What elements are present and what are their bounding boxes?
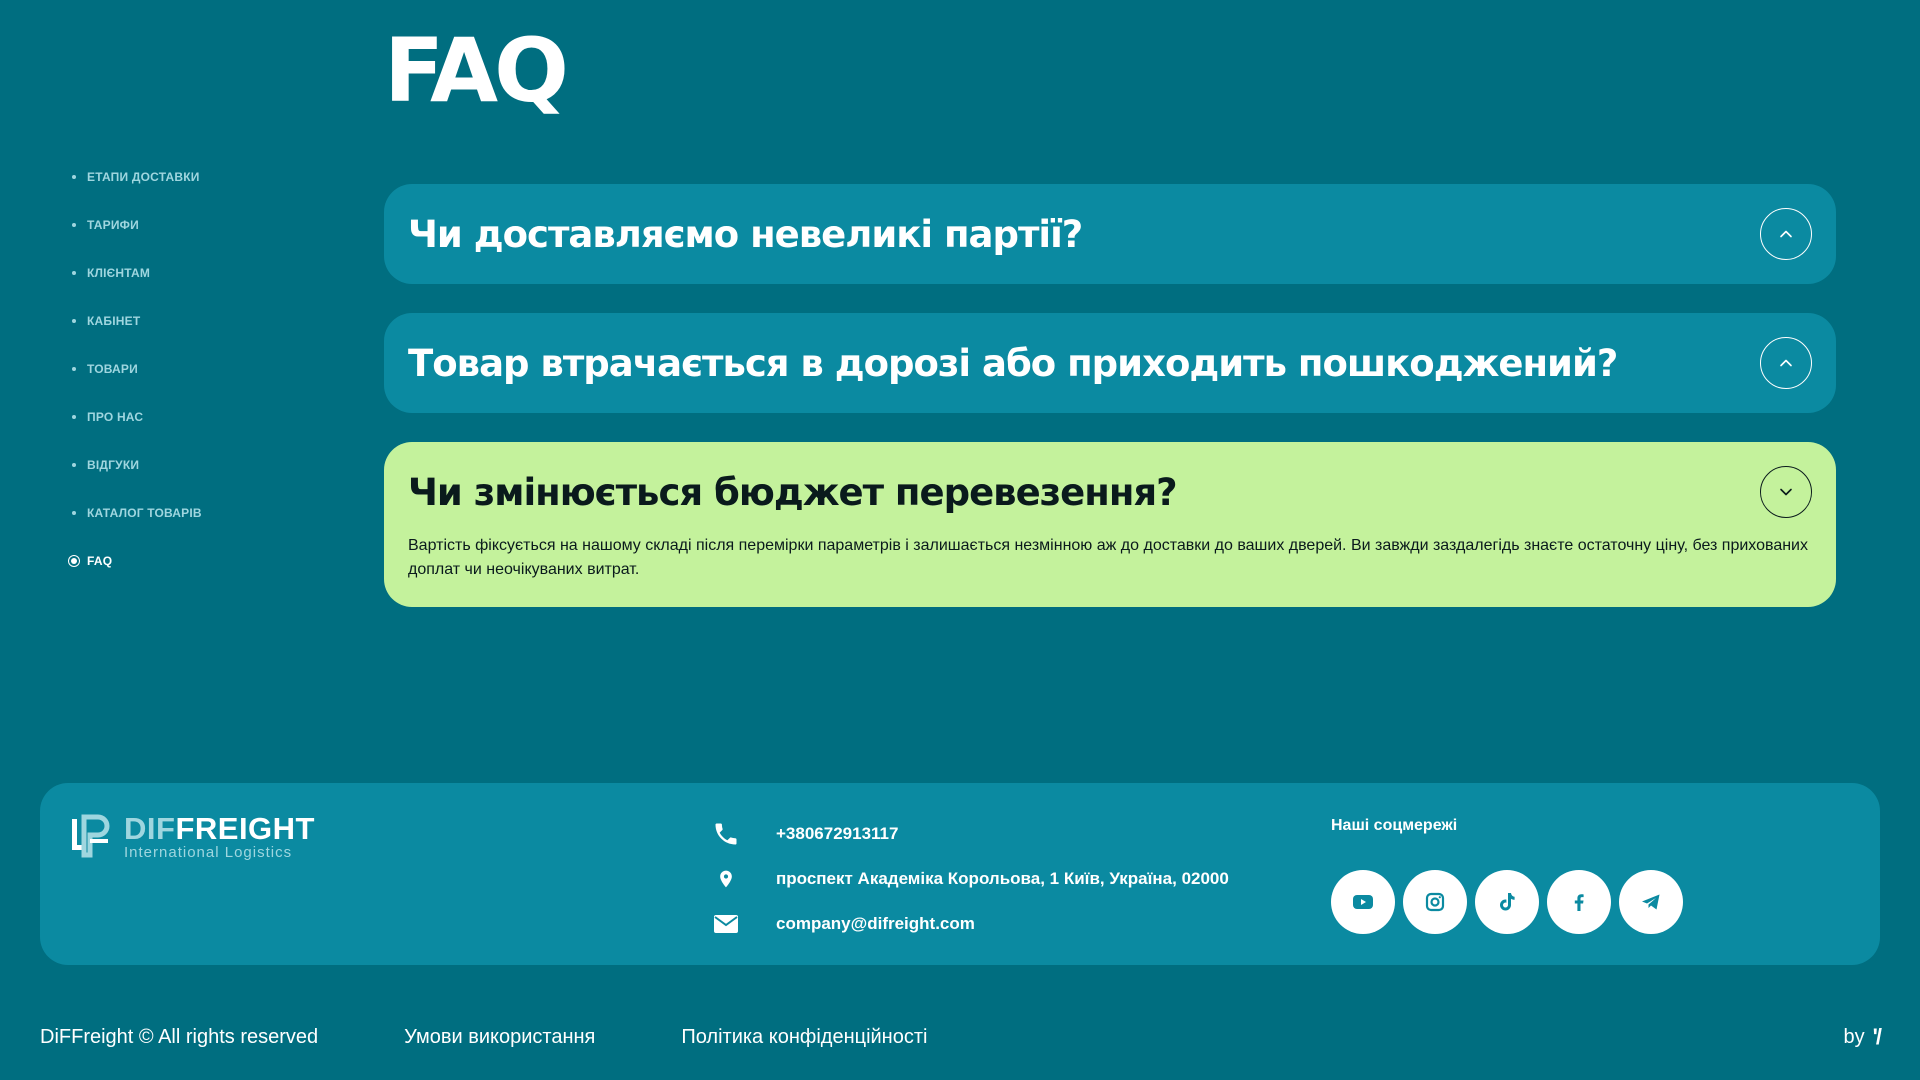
youtube-button[interactable] <box>1331 870 1395 934</box>
sidebar-item-label: ВІДГУКИ <box>87 458 140 472</box>
sidebar-item-clients[interactable]: КЛІЄНТАМ <box>72 249 202 297</box>
sidebar-item-label: ТАРИФИ <box>87 218 139 232</box>
bullet-icon <box>72 415 76 419</box>
sidebar-item-label: FAQ <box>87 554 113 568</box>
instagram-icon <box>1425 892 1445 912</box>
bottom-bar: DiFFreight © All rights reserved Умови в… <box>40 1024 1883 1050</box>
mail-icon <box>700 914 752 934</box>
faq-question: Чи змінюється бюджет перевезення? <box>408 470 1178 514</box>
sidebar-item-label: ЕТАПИ ДОСТАВКИ <box>87 170 200 184</box>
by-label: by <box>1843 1025 1865 1048</box>
chevron-up-icon <box>1780 359 1792 367</box>
copyright: DiFFreight © All rights reserved <box>40 1025 319 1048</box>
active-bullet-icon <box>71 558 77 564</box>
chevron-down-icon <box>1780 488 1792 496</box>
instagram-button[interactable] <box>1403 870 1467 934</box>
logo-text: DIFFREIGHT International Logistics <box>124 813 315 861</box>
sidebar-item-tariffs[interactable]: ТАРИФИ <box>72 201 202 249</box>
faq-item: Чи доставляємо невеликі партії? <box>384 184 1836 284</box>
faq-question-header[interactable]: Товар втрачається в дорозі або приходить… <box>408 313 1812 413</box>
phone-number: +380672913117 <box>776 823 899 843</box>
faq-toggle-button[interactable] <box>1760 466 1812 518</box>
faq-question: Товар втрачається в дорозі або приходить… <box>408 341 1618 385</box>
sidebar-item-label: КАБІНЕТ <box>87 314 141 328</box>
bullet-icon <box>72 511 76 515</box>
logo[interactable]: DIFFREIGHT International Logistics <box>70 813 315 861</box>
page-title: FAQ <box>384 19 569 122</box>
contacts: +380672913117 проспект Академіка Корольо… <box>700 811 1229 946</box>
facebook-button[interactable] <box>1547 870 1611 934</box>
faq-answer: Вартість фіксується на нашому складі піс… <box>408 537 1808 578</box>
sidebar-item-about[interactable]: ПРО НАС <box>72 393 202 441</box>
sidebar-item-reviews[interactable]: ВІДГУКИ <box>72 441 202 489</box>
developer-logo: '/ <box>1872 1024 1882 1049</box>
sidebar-item-label: КЛІЄНТАМ <box>87 266 151 280</box>
facebook-icon <box>1574 894 1584 911</box>
faq-list: Чи доставляємо невеликі партії? Товар вт… <box>384 184 1836 636</box>
faq-question-header[interactable]: Чи змінюється бюджет перевезення? <box>408 442 1812 542</box>
bullet-icon <box>72 175 76 179</box>
tiktok-button[interactable] <box>1475 870 1539 934</box>
chevron-up-icon <box>1780 230 1792 238</box>
phone-icon <box>700 820 752 848</box>
contact-phone[interactable]: +380672913117 <box>700 811 1229 856</box>
footer-card: DIFFREIGHT International Logistics +3806… <box>40 783 1880 965</box>
faq-item: Товар втрачається в дорозі або приходить… <box>384 313 1836 413</box>
logo-brand-dif: DIF <box>124 811 176 846</box>
sidebar-item-delivery-stages[interactable]: ЕТАПИ ДОСТАВКИ <box>72 153 202 201</box>
sidebar-item-faq[interactable]: FAQ <box>71 537 202 585</box>
sidebar-item-label: ТОВАРИ <box>87 362 138 376</box>
sidebar-item-label: ПРО НАС <box>87 410 144 424</box>
privacy-link[interactable]: Політика конфіденційності <box>681 1026 927 1049</box>
tiktok-icon <box>1500 893 1515 911</box>
terms-link[interactable]: Умови використання <box>404 1026 595 1049</box>
developer-credit[interactable]: by '/ <box>1843 1024 1883 1050</box>
faq-toggle-button[interactable] <box>1760 208 1812 260</box>
logo-tagline: International Logistics <box>124 844 293 861</box>
sidebar-item-catalog[interactable]: КАТАЛОГ ТОВАРІВ <box>72 489 202 537</box>
logo-mark-icon <box>72 814 110 858</box>
sidebar-item-goods[interactable]: ТОВАРИ <box>72 345 202 393</box>
faq-question: Чи доставляємо невеликі партії? <box>408 212 1083 256</box>
address-text: проспект Академіка Корольова, 1 Київ, Ук… <box>776 868 1229 888</box>
bullet-icon <box>72 271 76 275</box>
telegram-icon <box>1642 894 1660 910</box>
email-address: company@difreight.com <box>776 913 975 933</box>
contact-address[interactable]: проспект Академіка Корольова, 1 Київ, Ук… <box>700 856 1229 901</box>
faq-question-header[interactable]: Чи доставляємо невеликі партії? <box>408 184 1812 284</box>
bullet-icon <box>72 223 76 227</box>
contact-email[interactable]: company@difreight.com <box>700 901 1229 946</box>
sidebar-item-label: КАТАЛОГ ТОВАРІВ <box>87 506 202 520</box>
social-links <box>1331 870 1691 934</box>
bullet-icon <box>72 319 76 323</box>
youtube-icon <box>1353 895 1373 909</box>
bullet-icon <box>72 463 76 467</box>
telegram-button[interactable] <box>1619 870 1683 934</box>
sidebar-item-cabinet[interactable]: КАБІНЕТ <box>72 297 202 345</box>
location-pin-icon <box>700 868 752 890</box>
bullet-icon <box>72 367 76 371</box>
faq-item-expanded: Чи змінюється бюджет перевезення? Вартіс… <box>384 442 1836 607</box>
logo-brand-freight: FREIGHT <box>175 811 315 846</box>
socials-heading: Наші соцмережі <box>1331 817 1458 834</box>
sidebar-nav: ЕТАПИ ДОСТАВКИ ТАРИФИ КЛІЄНТАМ КАБІНЕТ Т… <box>71 153 202 585</box>
faq-toggle-button[interactable] <box>1760 337 1812 389</box>
